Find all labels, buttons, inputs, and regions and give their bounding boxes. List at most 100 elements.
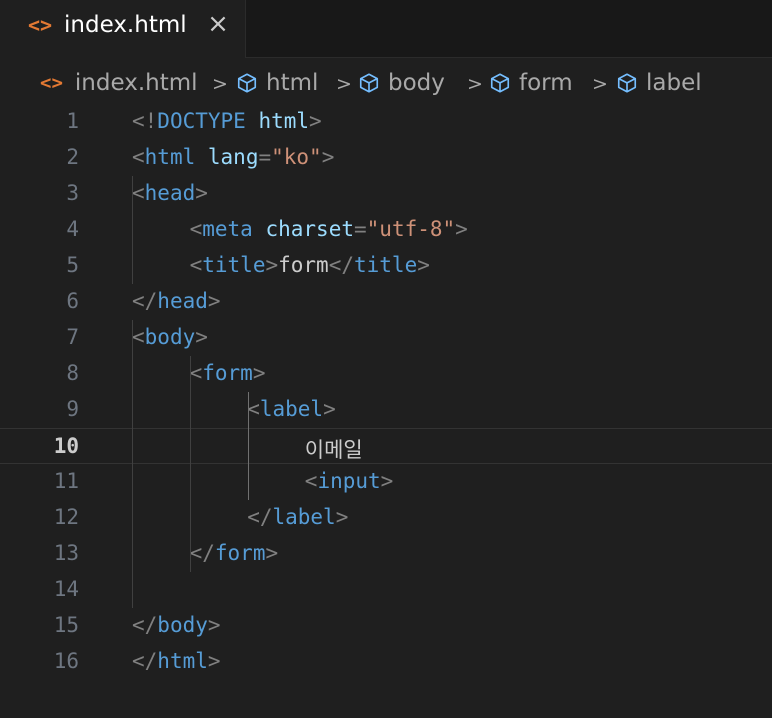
code-token: </ — [132, 613, 158, 637]
code-token: head — [157, 289, 208, 313]
code-line[interactable]: 7 <body> — [0, 320, 772, 356]
code-text: </html> — [132, 649, 221, 673]
chevron-right-icon: > — [336, 73, 352, 95]
line-number: 1 — [66, 109, 79, 133]
close-icon[interactable]: × — [204, 9, 232, 39]
breadcrumb-item-body[interactable]: body — [358, 68, 445, 98]
current-line[interactable]: 10 이메일 — [0, 428, 772, 464]
line-number: 5 — [66, 253, 79, 277]
code-token: > — [252, 361, 266, 385]
code-text: <head> — [132, 181, 208, 205]
code-token: label — [259, 397, 324, 421]
code-line[interactable]: 14 — [0, 572, 772, 608]
code-line[interactable]: 9 <label> — [0, 392, 772, 428]
line-number: 8 — [66, 361, 79, 385]
breadcrumb: <> index.html > html > body > form > lab… — [0, 58, 772, 108]
code-token: </ — [132, 649, 158, 673]
line-number: 13 — [53, 541, 79, 565]
code-token: > — [207, 613, 221, 637]
breadcrumb-item-label[interactable]: label — [616, 68, 702, 98]
code-line[interactable]: 11 <input> — [0, 464, 772, 500]
element-cube-icon — [617, 73, 637, 93]
code-line[interactable]: 6 </head> — [0, 284, 772, 320]
code-token: > — [417, 253, 430, 277]
line-number: 12 — [53, 505, 79, 529]
code-token: label — [272, 505, 336, 529]
code-text: <input> — [305, 469, 394, 493]
line-number: 11 — [53, 469, 79, 493]
code-token: lang — [207, 145, 259, 169]
code-token: < — [189, 253, 203, 277]
code-token: head — [144, 181, 196, 205]
chevron-right-icon: > — [592, 73, 608, 95]
code-line[interactable]: 12 </label> — [0, 500, 772, 536]
code-text: </label> — [247, 505, 348, 529]
code-token: </ — [328, 253, 354, 277]
line-number: 15 — [53, 613, 79, 637]
code-line[interactable]: 5 <title>form</title> — [0, 248, 772, 284]
code-text: <label> — [247, 397, 336, 421]
code-text: <form> — [190, 361, 266, 385]
code-line[interactable]: 16 </html> — [0, 644, 772, 680]
code-text: 이메일 — [305, 434, 363, 464]
indent-guide — [190, 356, 191, 572]
code-token: = — [258, 145, 272, 169]
code-token: charset — [265, 217, 354, 241]
code-line[interactable]: 4 <meta charset="utf-8"> — [0, 212, 772, 248]
code-line[interactable]: 13 </form> — [0, 536, 772, 572]
code-text: </body> — [132, 613, 221, 637]
code-token: > — [323, 397, 336, 421]
breadcrumb-item-form[interactable]: form — [489, 68, 573, 98]
code-token: > — [309, 109, 322, 133]
tab-bar: <> index.html × — [0, 0, 772, 58]
code-token: html — [144, 145, 196, 169]
code-text: <title>form</title> — [190, 253, 430, 277]
indent-guide — [132, 320, 133, 608]
code-token: form — [278, 253, 329, 277]
code-token: > — [265, 541, 279, 565]
code-text: <html lang="ko"> — [132, 145, 334, 169]
code-line[interactable]: 1 <!DOCTYPE html> — [0, 104, 772, 140]
code-token: = — [354, 217, 367, 241]
code-token: < — [304, 469, 318, 493]
breadcrumb-item-html[interactable]: html — [236, 68, 318, 98]
line-number: 2 — [66, 145, 79, 169]
code-token: </ — [189, 541, 215, 565]
code-token: "ko" — [271, 145, 322, 169]
code-token: > — [195, 181, 208, 205]
code-token: 이메일 — [304, 438, 363, 462]
line-number: 3 — [66, 181, 79, 205]
code-token: form — [214, 541, 266, 565]
line-number: 4 — [66, 217, 79, 241]
code-token: body — [157, 613, 208, 637]
code-token: html — [258, 109, 310, 133]
code-token: </ — [132, 289, 158, 313]
code-token: > — [321, 145, 335, 169]
line-number: 10 — [53, 434, 79, 458]
code-line[interactable]: 3 <head> — [0, 176, 772, 212]
element-cube-icon — [237, 73, 257, 93]
tab-index-html[interactable]: <> index.html × — [0, 0, 246, 58]
code-token: < — [132, 325, 145, 349]
code-text: </head> — [132, 289, 221, 313]
element-cube-icon — [490, 73, 510, 93]
code-token: title — [202, 253, 266, 277]
code-token: > — [380, 469, 394, 493]
code-token: > — [207, 289, 221, 313]
code-token: > — [265, 253, 279, 277]
breadcrumb-item-file[interactable]: <> index.html — [40, 68, 198, 98]
code-line[interactable]: 8 <form> — [0, 356, 772, 392]
code-token: form — [202, 361, 253, 385]
active-indent-guide — [248, 392, 249, 500]
line-number: 6 — [66, 289, 79, 313]
code-editor[interactable]: 1 <!DOCTYPE html> 2 <html lang="ko"> 3 <head>… — [0, 104, 772, 718]
code-line[interactable]: 15 </body> — [0, 608, 772, 644]
code-line[interactable]: 2 <html lang="ko"> — [0, 140, 772, 176]
code-token: > — [455, 217, 468, 241]
code-text: <body> — [132, 325, 208, 349]
code-token: < — [189, 217, 203, 241]
code-text: <meta charset="utf-8"> — [190, 217, 468, 241]
